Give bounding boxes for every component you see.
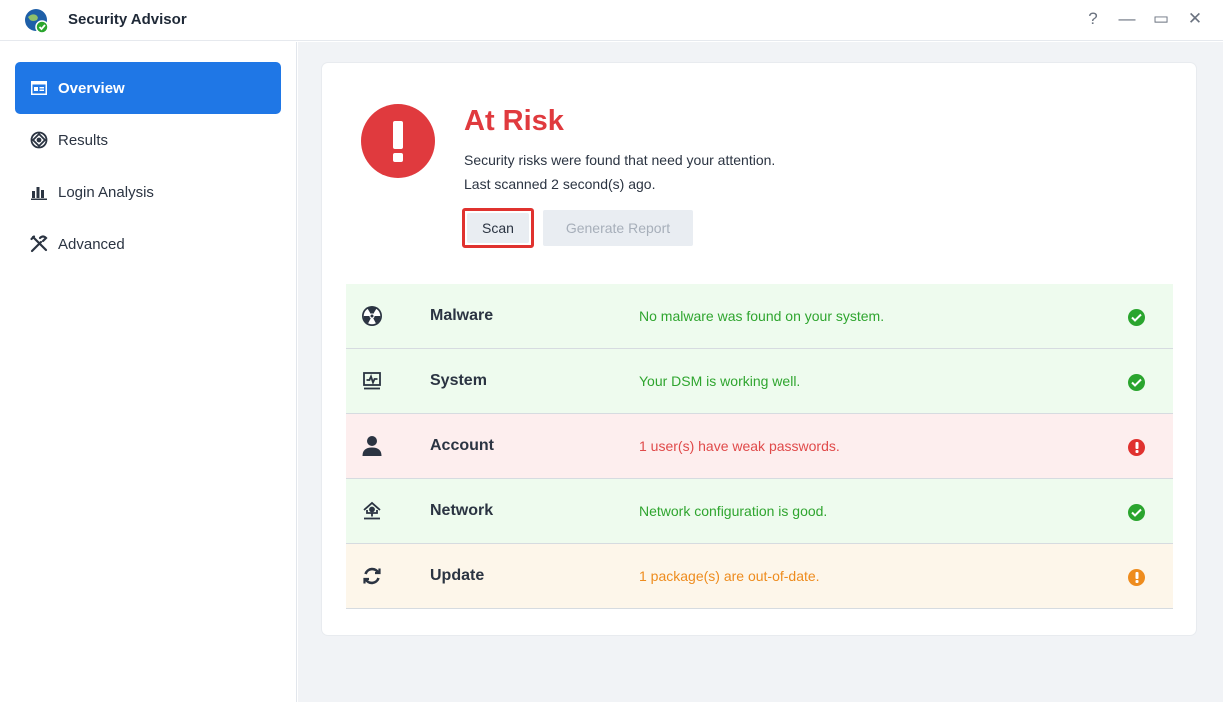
title-bar: Security Advisor ? — ▭ ✕ xyxy=(0,0,1223,41)
sidebar-item-label: Advanced xyxy=(58,235,125,253)
sidebar: Overview Results Login Analysis Advanced xyxy=(0,42,297,702)
category-message: 1 user(s) have weak passwords. xyxy=(639,438,840,454)
exclamation-icon xyxy=(1128,439,1145,456)
category-name: System xyxy=(430,372,487,389)
radiation-icon xyxy=(359,303,385,329)
sidebar-item-results[interactable]: Results xyxy=(15,114,281,166)
last-scanned-text: Last scanned 2 second(s) ago. xyxy=(464,176,656,192)
refresh-icon xyxy=(359,563,385,589)
category-row-update[interactable]: Update 1 package(s) are out-of-date. xyxy=(346,544,1173,609)
sidebar-item-login-analysis[interactable]: Login Analysis xyxy=(15,166,281,218)
category-message: 1 package(s) are out-of-date. xyxy=(639,568,820,584)
overview-card: At Risk Security risks were found that n… xyxy=(322,63,1196,635)
scan-button-label: Scan xyxy=(467,213,529,243)
maximize-icon[interactable]: ▭ xyxy=(1153,8,1169,30)
window-controls: ? — ▭ ✕ xyxy=(1085,8,1203,30)
minimize-icon[interactable]: — xyxy=(1119,8,1136,30)
overview-icon xyxy=(29,78,49,98)
category-message: No malware was found on your system. xyxy=(639,308,885,324)
user-icon xyxy=(359,433,385,459)
sidebar-item-advanced[interactable]: Advanced xyxy=(15,218,281,270)
app-title: Security Advisor xyxy=(68,11,187,28)
category-row-network[interactable]: Network Network configuration is good. xyxy=(346,479,1173,544)
sidebar-item-label: Login Analysis xyxy=(58,183,154,201)
bar-chart-icon xyxy=(29,182,49,202)
sidebar-item-label: Overview xyxy=(58,79,125,97)
category-row-malware[interactable]: Malware No malware was found on your sys… xyxy=(346,284,1173,349)
app-logo-icon xyxy=(24,8,50,34)
generate-report-button[interactable]: Generate Report xyxy=(543,210,693,246)
results-icon xyxy=(29,130,49,150)
category-name: Account xyxy=(430,437,494,454)
help-icon[interactable]: ? xyxy=(1085,8,1101,30)
alert-icon xyxy=(361,104,435,178)
check-icon xyxy=(1128,504,1145,521)
sidebar-item-label: Results xyxy=(58,131,109,149)
check-icon xyxy=(1128,309,1145,326)
category-name: Network xyxy=(430,502,494,519)
category-row-account[interactable]: Account 1 user(s) have weak passwords. xyxy=(346,414,1173,479)
close-icon[interactable]: ✕ xyxy=(1187,8,1203,30)
sidebar-item-overview[interactable]: Overview xyxy=(15,62,281,114)
main-panel: At Risk Security risks were found that n… xyxy=(298,42,1223,702)
scan-button[interactable]: Scan xyxy=(462,208,534,248)
category-message: Your DSM is working well. xyxy=(639,373,801,389)
exclamation-icon xyxy=(1128,569,1145,586)
category-message: Network configuration is good. xyxy=(639,503,828,519)
monitor-icon xyxy=(359,368,385,394)
category-name: Update xyxy=(430,567,485,584)
category-list: Malware No malware was found on your sys… xyxy=(346,284,1173,609)
status-title: At Risk xyxy=(464,105,564,137)
category-row-system[interactable]: System Your DSM is working well. xyxy=(346,349,1173,414)
status-description: Security risks were found that need your… xyxy=(464,152,776,168)
tools-icon xyxy=(29,234,49,254)
category-name: Malware xyxy=(430,307,494,324)
network-icon xyxy=(359,498,385,524)
check-icon xyxy=(1128,374,1145,391)
